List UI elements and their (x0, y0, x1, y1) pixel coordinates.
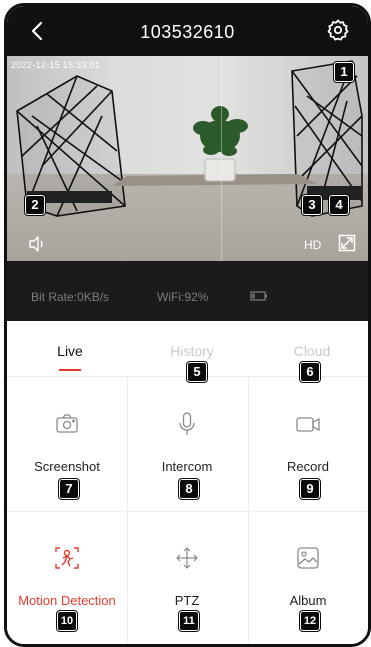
tab-history[interactable]: History (142, 343, 242, 359)
album-label: Album (289, 593, 327, 608)
gear-icon[interactable] (326, 18, 350, 42)
callout-badge: 7 (59, 479, 79, 499)
callout-badge: 11 (179, 611, 199, 631)
callout-badge: 10 (57, 611, 77, 631)
callout-badge: 9 (300, 479, 320, 499)
ptz-label: PTZ (174, 593, 200, 608)
callout-badge: 5 (187, 362, 207, 382)
active-tab-indicator (59, 369, 81, 371)
phone-frame: 103532610 2022-12-15 15:33:01 HD Bit Rat… (4, 3, 371, 647)
center-guide (221, 56, 222, 261)
callout-badge: 2 (25, 195, 45, 215)
callout-badge: 6 (300, 362, 320, 382)
video-scene (16, 60, 363, 217)
ptz-arrows-icon (176, 547, 198, 569)
callout-badge: 4 (329, 195, 349, 215)
image-icon (297, 547, 319, 569)
intercom-label: Intercom (161, 459, 213, 474)
page-title: 103532610 (140, 22, 235, 42)
wifi-text: WiFi:92% (157, 290, 209, 304)
callout-badge: 1 (334, 62, 354, 82)
bitrate-text: Bit Rate:0KB/s (31, 290, 110, 304)
callout-badge: 12 (300, 611, 320, 631)
motion-detection-label: Motion Detection (18, 593, 116, 608)
microphone-icon (179, 412, 195, 435)
video-camera-icon (296, 417, 320, 432)
quality-toggle[interactable]: HD (304, 238, 321, 252)
video-timestamp: 2022-12-15 15:33:01 (11, 60, 101, 70)
battery-icon (250, 291, 267, 301)
motion-person-icon (55, 547, 79, 569)
screenshot-label: Screenshot (34, 459, 100, 474)
live-video[interactable]: 2022-12-15 15:33:01 HD (7, 56, 368, 261)
stream-stats-bar: Bit Rate:0KB/s WiFi:92% (7, 261, 368, 321)
callout-badge: 8 (179, 479, 199, 499)
speaker-icon[interactable] (27, 234, 47, 254)
tab-cloud[interactable]: Cloud (262, 343, 362, 359)
tab-live[interactable]: Live (20, 343, 120, 359)
camera-icon (56, 414, 78, 433)
fullscreen-icon[interactable] (338, 234, 356, 252)
top-bar: 103532610 (7, 6, 368, 56)
callout-badge: 3 (302, 195, 322, 215)
record-label: Record (287, 459, 329, 474)
action-grid: Screenshot Intercom Record Motion Detect… (7, 377, 368, 644)
